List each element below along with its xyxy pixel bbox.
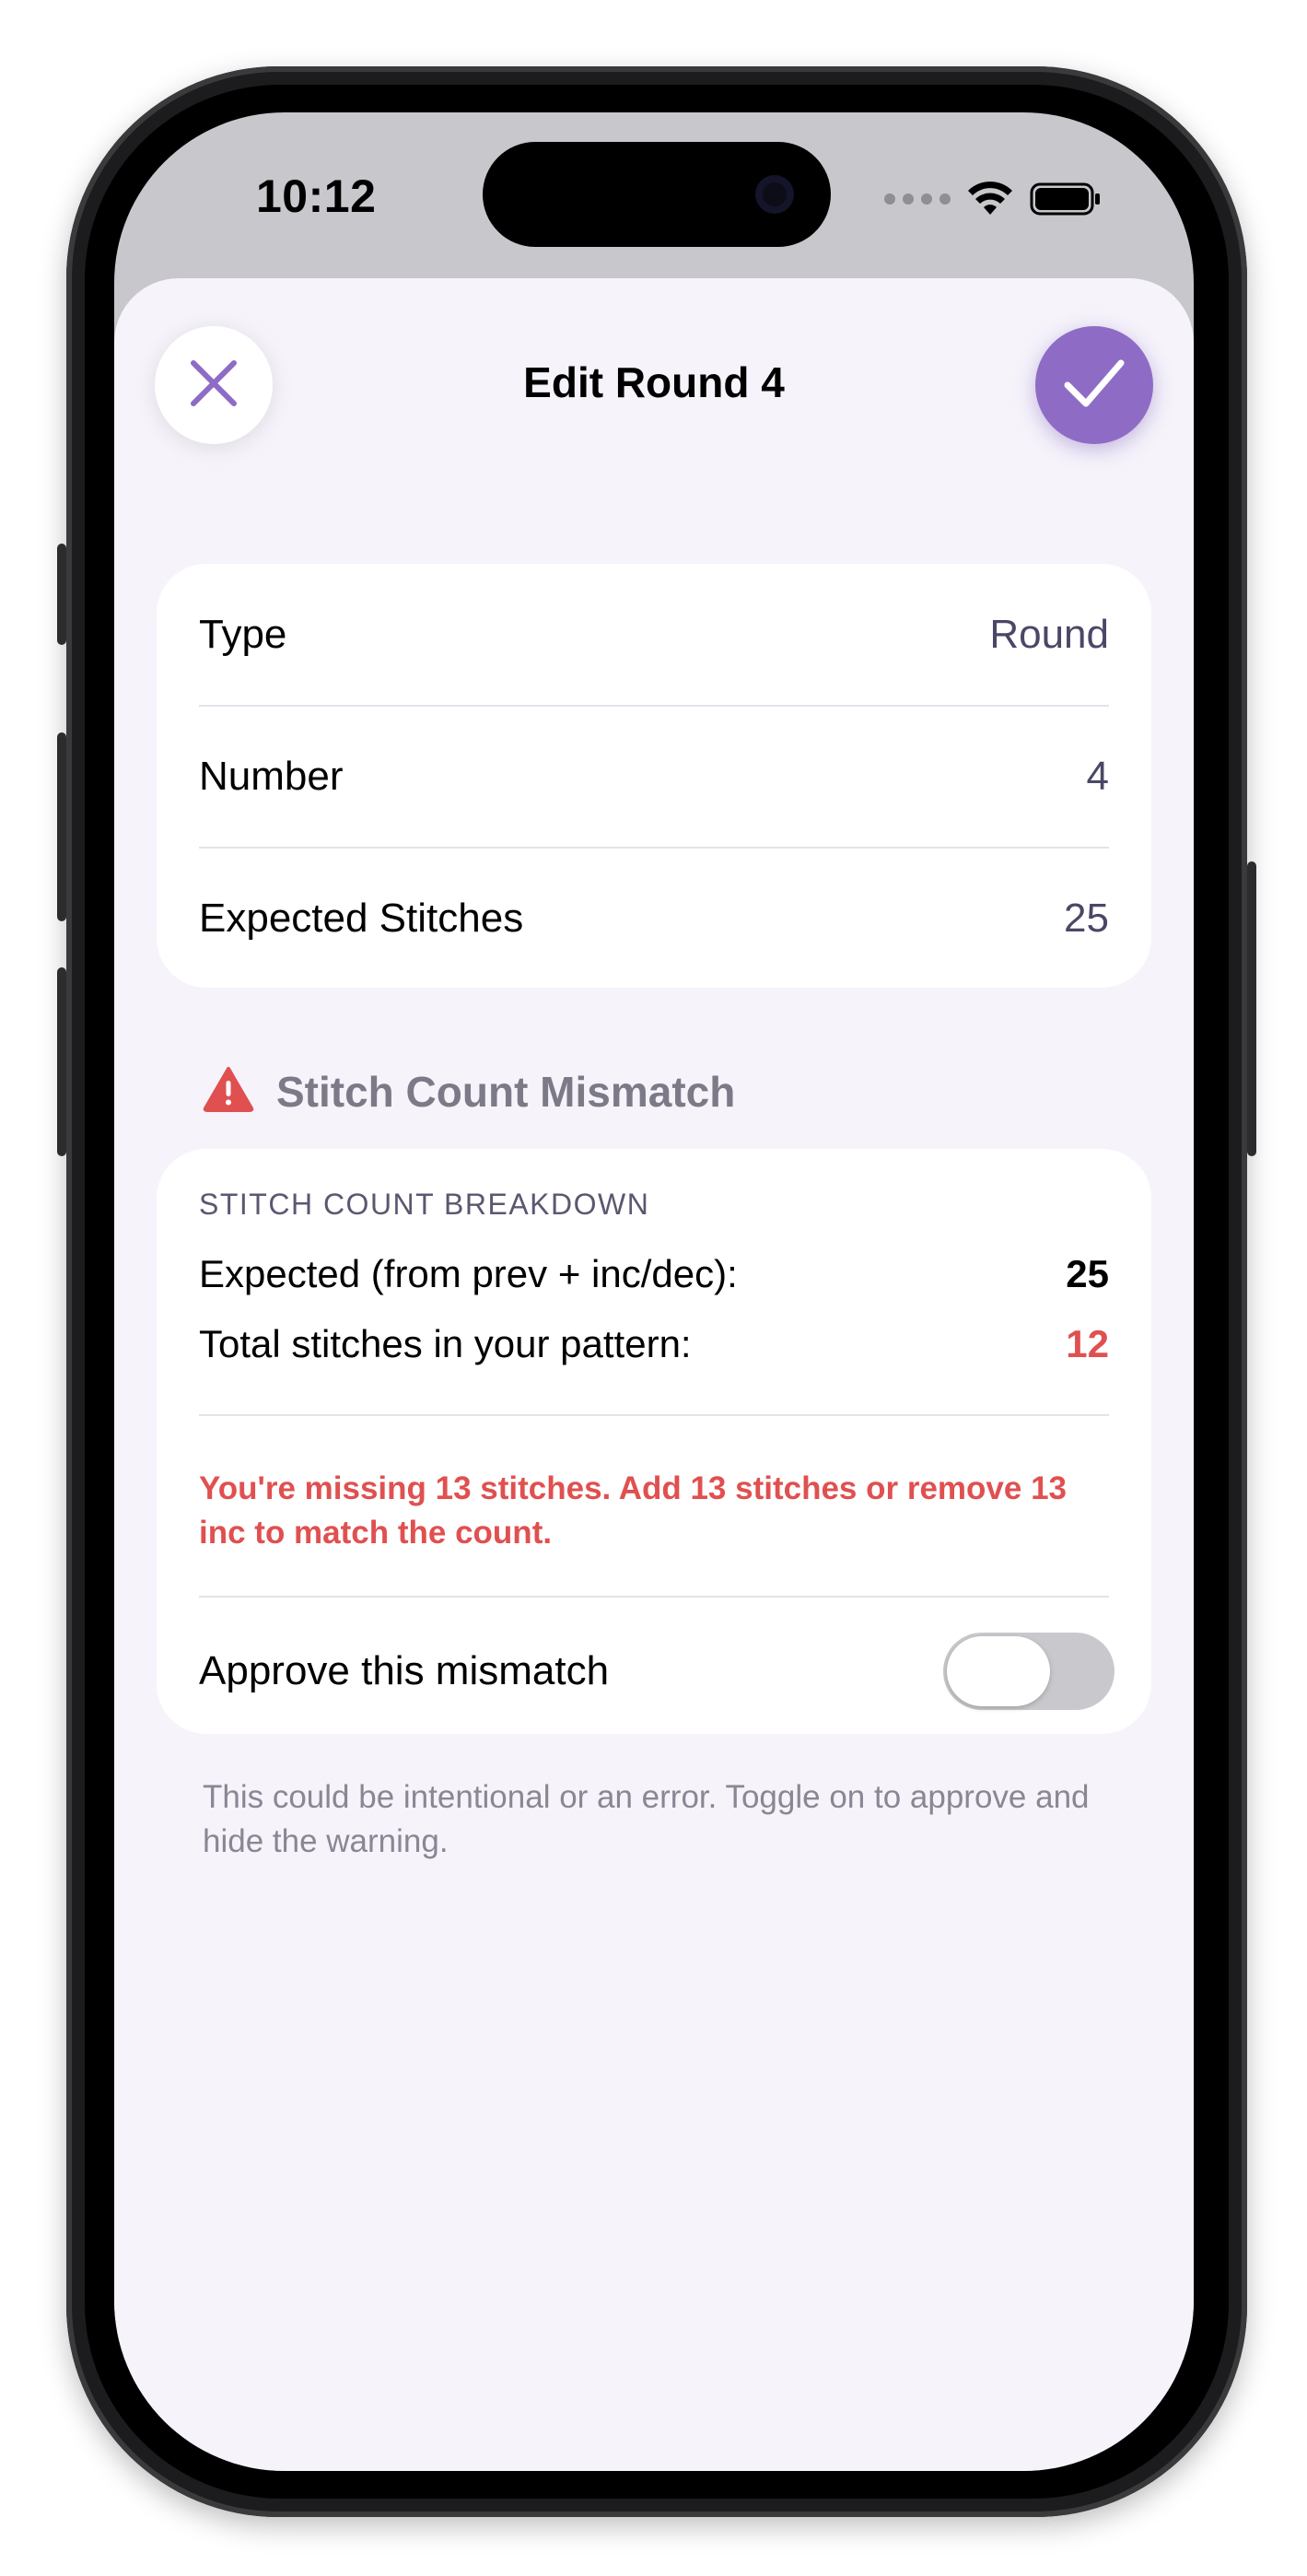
mismatch-title: Stitch Count Mismatch [276,1067,736,1116]
toggle-knob [947,1636,1050,1706]
expected-stitches-value[interactable]: 25 [1064,896,1109,942]
expected-line: Expected (from prev + inc/dec): 25 [199,1252,1109,1296]
mismatch-header: Stitch Count Mismatch [203,1066,735,1117]
dynamic-island [483,142,831,247]
action-button [57,544,66,645]
number-row[interactable]: Number 4 [199,706,1109,847]
type-row[interactable]: Type Round [199,564,1109,705]
power-button [1247,861,1256,1156]
volume-up-button [57,732,66,921]
status-bar: 10:12 [114,112,1194,278]
approve-toggle[interactable] [943,1633,1114,1710]
status-icons [884,181,1102,217]
approve-label: Approve this mismatch [199,1648,610,1693]
total-line-label: Total stitches in your pattern: [199,1322,692,1365]
mismatch-message: You're missing 13 stitches. Add 13 stitc… [199,1470,1068,1551]
divider [199,1596,1109,1598]
checkmark-icon [1062,356,1126,416]
breakdown-card: STITCH COUNT BREAKDOWN Expected (from pr… [157,1149,1151,1734]
expected-line-label: Expected (from prev + inc/dec): [199,1252,738,1295]
details-card: Type Round Number 4 Expected Stitches 25 [157,564,1151,988]
status-time: 10:12 [256,170,377,222]
confirm-button[interactable] [1035,326,1153,444]
expected-stitches-row[interactable]: Expected Stitches 25 [199,848,1109,989]
screen: 10:12 Edit Round 4 Type Round Number 4 E… [114,112,1194,2471]
total-line-value: 12 [1066,1322,1109,1365]
approve-row: Approve this mismatch [199,1630,1114,1713]
cellular-signal-icon [884,193,951,205]
number-value[interactable]: 4 [1087,754,1109,800]
edit-sheet: Edit Round 4 Type Round Number 4 Expecte… [114,278,1194,2471]
battery-icon [1030,181,1102,217]
sheet-title: Edit Round 4 [523,358,785,406]
number-label: Number [199,753,344,799]
breakdown-caption: STITCH COUNT BREAKDOWN [199,1188,650,1221]
volume-down-button [57,967,66,1156]
total-line: Total stitches in your pattern: 12 [199,1322,1109,1366]
expected-stitches-label: Expected Stitches [199,895,524,941]
camera-icon [755,175,794,214]
type-label: Type [199,611,287,657]
expected-line-value: 25 [1066,1252,1109,1295]
warning-triangle-icon [203,1066,254,1117]
footnote: This could be intentional or an error. T… [203,1779,1090,1859]
wifi-icon [967,181,1013,217]
divider [199,1414,1109,1416]
type-value[interactable]: Round [989,612,1109,658]
